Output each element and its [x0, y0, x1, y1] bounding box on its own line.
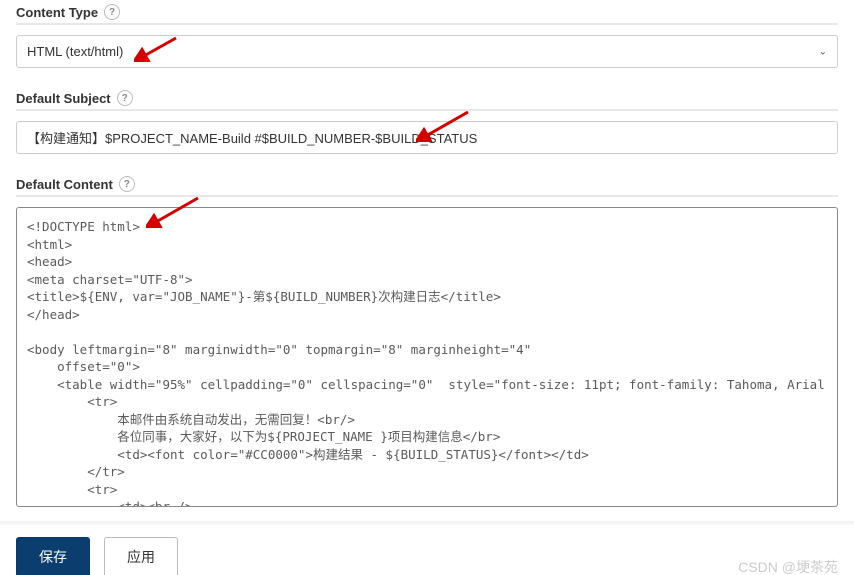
default-subject-header: Default Subject ? [16, 90, 838, 111]
chevron-down-icon: ⌄ [819, 46, 827, 57]
watermark-text: CSDN @埂茶苑 [738, 557, 838, 575]
content-type-select[interactable]: HTML (text/html) ⌄ [16, 35, 838, 68]
content-type-section: Content Type ? HTML (text/html) ⌄ [16, 4, 838, 68]
help-icon[interactable]: ? [117, 90, 133, 106]
default-content-textarea[interactable]: <!DOCTYPE html> <html> <head> <meta char… [16, 207, 838, 507]
content-type-value: HTML (text/html) [27, 44, 123, 59]
default-content-section: Default Content ? <!DOCTYPE html> <html>… [16, 176, 838, 507]
default-content-label: Default Content [16, 177, 113, 192]
default-content-value: <!DOCTYPE html> <html> <head> <meta char… [27, 218, 827, 507]
save-button[interactable]: 保存 [16, 537, 90, 575]
default-subject-input[interactable] [16, 121, 838, 154]
content-type-header: Content Type ? [16, 4, 838, 25]
default-subject-section: Default Subject ? [16, 90, 838, 154]
footer-toolbar: 保存 应用 CSDN @埂茶苑 [0, 525, 854, 575]
help-icon[interactable]: ? [119, 176, 135, 192]
content-type-label: Content Type [16, 5, 98, 20]
help-icon[interactable]: ? [104, 4, 120, 20]
default-content-header: Default Content ? [16, 176, 838, 197]
default-subject-label: Default Subject [16, 91, 111, 106]
apply-button[interactable]: 应用 [104, 537, 178, 575]
